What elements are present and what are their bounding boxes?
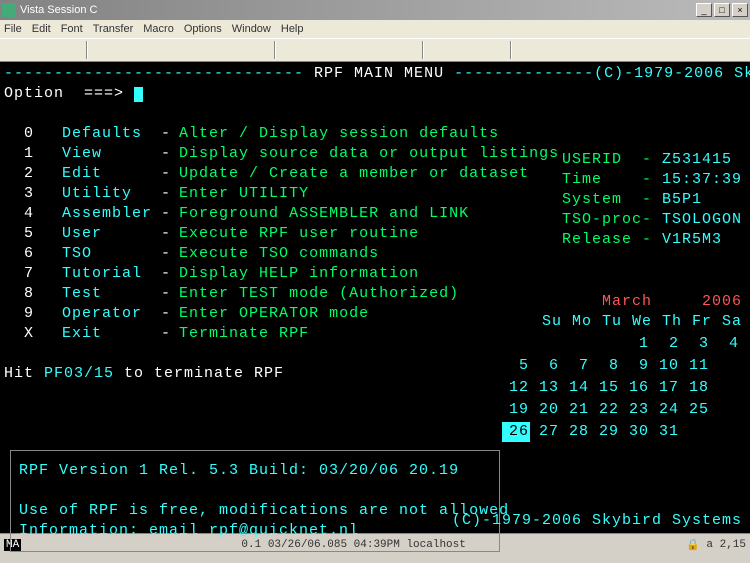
toolbar-separator [422, 41, 424, 59]
toolbar-button[interactable] [212, 41, 230, 59]
terminal[interactable]: ------------------------------ RPF MAIN … [0, 62, 750, 533]
calendar-day: 27 [532, 422, 560, 442]
system-info: USERID - Z531415 Time - 15:37:39 System … [562, 150, 742, 250]
toolbar-button[interactable] [64, 41, 82, 59]
calendar-day: 6 [532, 356, 560, 376]
calendar-day: 20 [532, 400, 560, 420]
calendar-day: 19 [502, 400, 530, 420]
menu-edit[interactable]: Edit [32, 23, 51, 35]
toolbar-button[interactable] [300, 41, 318, 59]
toolbar-button[interactable] [488, 41, 506, 59]
calendar-day: 7 [562, 356, 590, 376]
calendar-day: 1 [622, 334, 650, 354]
menu-font[interactable]: Font [61, 23, 83, 35]
toolbar-button[interactable] [152, 41, 170, 59]
calendar-day: 10 [652, 356, 680, 376]
menu-file[interactable]: File [4, 23, 22, 35]
menu-transfer[interactable]: Transfer [93, 23, 134, 35]
calendar-day: 18 [682, 378, 710, 398]
calendar-day: 3 [682, 334, 710, 354]
calendar-day: 30 [622, 422, 650, 442]
toolbar-button[interactable] [516, 41, 534, 59]
calendar-day: 29 [592, 422, 620, 442]
minimize-button[interactable]: _ [696, 3, 712, 17]
toolbar-button[interactable] [380, 41, 398, 59]
toolbar-button[interactable] [252, 41, 270, 59]
toolbar-button[interactable] [400, 41, 418, 59]
calendar-day: 26 [502, 422, 530, 442]
window-title: Vista Session C [20, 4, 694, 16]
window-titlebar: Vista Session C _ □ × [0, 0, 750, 20]
app-icon [2, 3, 16, 17]
calendar-day [532, 334, 560, 354]
status-right: a 2,15 [706, 539, 746, 551]
toolbar-button[interactable] [280, 41, 298, 59]
toolbar-button[interactable] [468, 41, 486, 59]
toolbar-button[interactable] [448, 41, 466, 59]
toolbar-separator [86, 41, 88, 59]
toolbar [0, 38, 750, 62]
calendar-day [682, 422, 710, 442]
calendar: March 2006 Su Mo Tu We Th Fr Sa 12345678… [500, 292, 742, 444]
toolbar-button[interactable] [428, 41, 446, 59]
option-prompt[interactable]: Option ===> [4, 84, 746, 104]
menu-window[interactable]: Window [232, 23, 271, 35]
toolbar-button[interactable] [24, 41, 42, 59]
lock-icon: 🔒 [686, 538, 700, 552]
toolbar-button[interactable] [172, 41, 190, 59]
calendar-day: 5 [502, 356, 530, 376]
toolbar-separator [274, 41, 276, 59]
toolbar-button[interactable] [4, 41, 22, 59]
menu-macro[interactable]: Macro [143, 23, 174, 35]
calendar-day: 16 [622, 378, 650, 398]
footer-copyright: (C)-1979-2006 Skybird Systems [452, 511, 742, 531]
calendar-day: 11 [682, 356, 710, 376]
calendar-day: 21 [562, 400, 590, 420]
toolbar-button[interactable] [536, 41, 554, 59]
calendar-day [592, 334, 620, 354]
toolbar-button[interactable] [132, 41, 150, 59]
toolbar-button[interactable] [340, 41, 358, 59]
calendar-day [502, 334, 530, 354]
maximize-button[interactable]: □ [714, 3, 730, 17]
calendar-day [562, 334, 590, 354]
cursor-icon [134, 87, 143, 102]
toolbar-button[interactable] [92, 41, 110, 59]
contact-line: Information: email rpf@quicknet.nl [19, 521, 491, 541]
menu-options[interactable]: Options [184, 23, 222, 35]
calendar-day: 22 [592, 400, 620, 420]
toolbar-button[interactable] [192, 41, 210, 59]
menu-help[interactable]: Help [281, 23, 304, 35]
calendar-day: 25 [682, 400, 710, 420]
calendar-day: 23 [622, 400, 650, 420]
menu-item-tutorial[interactable]: 7 Tutorial - Display HELP information [4, 264, 746, 284]
toolbar-button[interactable] [232, 41, 250, 59]
calendar-day: 15 [592, 378, 620, 398]
calendar-day: 31 [652, 422, 680, 442]
license-line: Use of RPF is free, modifications are no… [19, 501, 491, 521]
calendar-day: 9 [622, 356, 650, 376]
toolbar-separator [510, 41, 512, 59]
toolbar-button[interactable] [44, 41, 62, 59]
calendar-day: 28 [562, 422, 590, 442]
calendar-day: 24 [652, 400, 680, 420]
version-line: RPF Version 1 Rel. 5.3 Build: 03/20/06 2… [19, 461, 491, 481]
toolbar-button[interactable] [112, 41, 130, 59]
calendar-day: 8 [592, 356, 620, 376]
menu-item-defaults[interactable]: 0 Defaults - Alter / Display session def… [4, 124, 746, 144]
close-button[interactable]: × [732, 3, 748, 17]
calendar-day: 12 [502, 378, 530, 398]
calendar-day: 17 [652, 378, 680, 398]
toolbar-button[interactable] [320, 41, 338, 59]
menubar: File Edit Font Transfer Macro Options Wi… [0, 20, 750, 38]
calendar-day: 4 [712, 334, 740, 354]
toolbar-button[interactable] [360, 41, 378, 59]
version-box: RPF Version 1 Rel. 5.3 Build: 03/20/06 2… [10, 450, 500, 552]
calendar-day: 13 [532, 378, 560, 398]
calendar-day: 2 [652, 334, 680, 354]
header-row: ------------------------------ RPF MAIN … [4, 64, 746, 84]
calendar-day: 14 [562, 378, 590, 398]
